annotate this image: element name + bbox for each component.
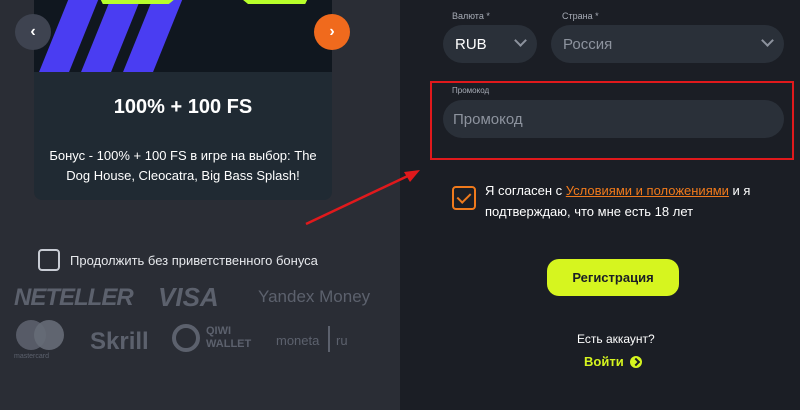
chevron-right-icon: ›	[329, 23, 335, 40]
skrill-logo: Skrill	[90, 328, 149, 355]
mastercard-label: mastercard	[14, 353, 50, 360]
bonus-title: 100% + 100 FS	[113, 96, 253, 118]
qiwi-icon	[172, 324, 200, 352]
terms-checkbox[interactable]	[452, 186, 476, 210]
currency-value: RUB	[455, 35, 487, 53]
terms-prefix: Я согласен с	[485, 183, 566, 198]
register-button[interactable]: Регистрация	[547, 259, 679, 296]
login-link[interactable]: Войти	[584, 354, 642, 369]
moneta-divider	[328, 326, 330, 352]
skip-bonus-option[interactable]: Продолжить без приветственного бонуса	[38, 249, 318, 271]
carousel-prev-button[interactable]: ‹	[15, 14, 51, 50]
terms-link[interactable]: Условиями и положениями	[566, 183, 729, 198]
terms-text: Я согласен с Условиями и положениями и я…	[485, 180, 775, 222]
chevron-down-icon	[514, 34, 527, 47]
moneta-logo: moneta	[276, 333, 320, 348]
login-label: Войти	[584, 354, 624, 369]
neteller-logo: NETELLER	[14, 284, 134, 311]
skip-bonus-checkbox[interactable]	[38, 249, 60, 271]
qiwi-wallet-logo: QIWI WALLET	[172, 324, 251, 352]
annotation-arrow	[305, 170, 420, 226]
arrow-right-icon	[629, 355, 642, 368]
bonus-banner-image	[34, 0, 332, 72]
skip-bonus-label: Продолжить без приветственного бонуса	[70, 252, 318, 268]
moneta-ru-label: ru	[336, 333, 348, 348]
bonus-card: 100% + 100 FS Бонус - 100% + 100 FS в иг…	[34, 0, 332, 200]
qiwi-line2: WALLET	[206, 338, 252, 350]
carousel-next-button[interactable]: ›	[314, 14, 350, 50]
currency-select[interactable]: RUB	[443, 25, 537, 63]
promo-input[interactable]	[443, 100, 784, 138]
currency-label: Валюта *	[452, 11, 490, 21]
visa-logo: VISA	[158, 282, 219, 312]
yandex-money-logo: Yandex Money	[258, 287, 371, 306]
account-question: Есть аккаунт?	[577, 332, 655, 346]
chevron-down-icon	[761, 34, 774, 47]
bonus-description: Бонус - 100% + 100 FS в игре на выбор: T…	[49, 148, 317, 183]
chevron-left-icon: ‹	[30, 23, 36, 40]
country-value: Россия	[563, 35, 613, 53]
country-select[interactable]: Россия	[551, 25, 784, 63]
mastercard-logo: mastercard	[14, 320, 70, 366]
country-label: Страна *	[562, 11, 599, 21]
promo-label: Промокод	[452, 86, 490, 95]
qiwi-line1: QIWI	[206, 325, 232, 337]
